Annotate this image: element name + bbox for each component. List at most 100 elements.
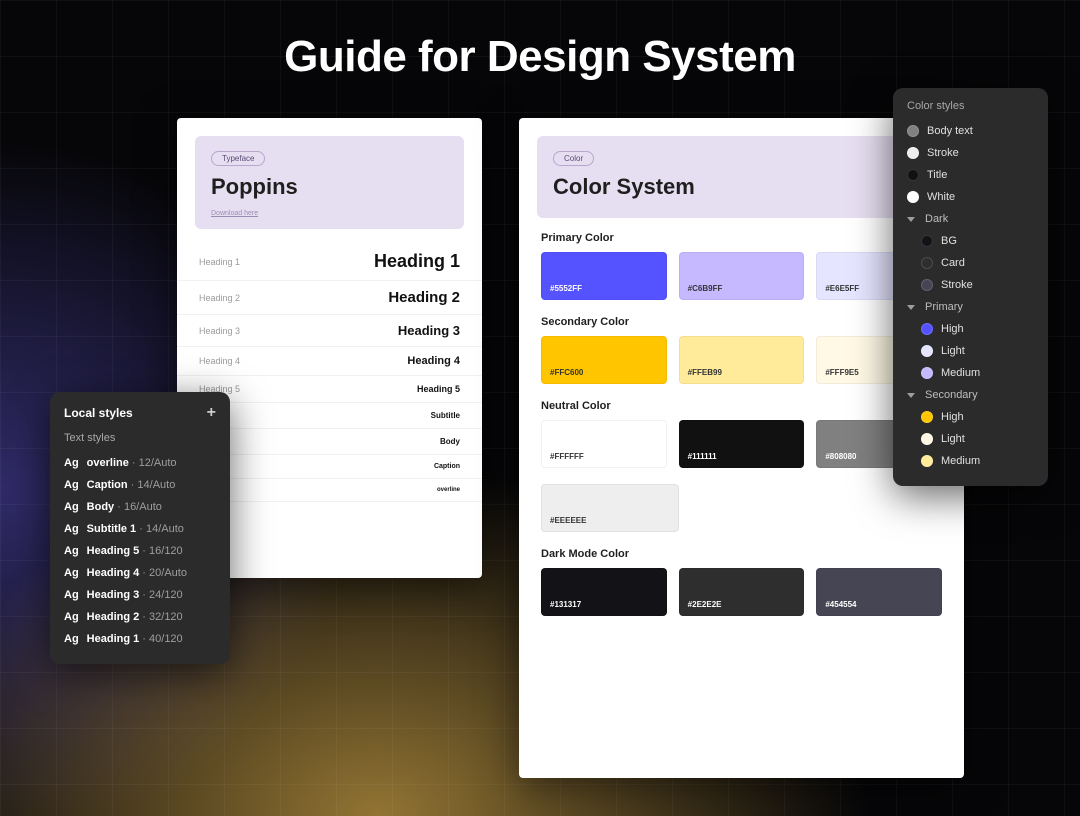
chevron-down-icon (907, 217, 915, 222)
text-style-meta: · 20/Auto (139, 567, 187, 579)
type-scale-row: Heading 4 Heading 4 (177, 347, 482, 376)
color-swatch[interactable]: #2E2E2E (679, 568, 805, 616)
type-scale-sample: Heading 4 (407, 355, 460, 367)
color-style-item[interactable]: BG (907, 230, 1034, 252)
text-style-name: Body (87, 501, 115, 513)
swatch-hex: #FFFFFF (550, 452, 584, 461)
text-style-item[interactable]: AgHeading 1 · 40/120 (64, 628, 216, 650)
swatch-hex: #EEEEEE (550, 516, 586, 525)
color-style-item[interactable]: Light (907, 428, 1034, 450)
type-scale-sample: Heading 2 (388, 289, 460, 306)
text-style-glyph: Ag (64, 589, 79, 601)
type-scale-sample: Caption (434, 463, 460, 470)
download-link[interactable]: Download here (211, 210, 448, 217)
swatch-hex: #131317 (550, 600, 581, 609)
color-dot (921, 279, 933, 291)
color-section-heading: Primary Color (541, 232, 942, 244)
color-pill: Color (553, 151, 594, 166)
text-style-meta: · 14/Auto (128, 479, 176, 491)
swatch-row: #FFFFFF#111111#808080 (541, 420, 942, 468)
color-style-group[interactable]: Primary (907, 296, 1034, 318)
color-swatch[interactable]: #FFC600 (541, 336, 667, 384)
text-style-item[interactable]: AgSubtitle 1 · 14/Auto (64, 518, 216, 540)
color-swatch[interactable]: #111111 (679, 420, 805, 468)
text-style-meta: · 16/120 (139, 545, 182, 557)
text-style-name: Heading 4 (87, 567, 140, 579)
type-scale-sample: overline (437, 487, 460, 493)
text-style-item[interactable]: AgHeading 2 · 32/120 (64, 606, 216, 628)
swatch-hex: #FFF9E5 (825, 368, 858, 377)
text-style-glyph: Ag (64, 457, 79, 469)
color-style-item[interactable]: Medium (907, 450, 1034, 472)
color-section-heading: Dark Mode Color (541, 548, 942, 560)
color-swatch[interactable]: #FFEB99 (679, 336, 805, 384)
text-styles-group-label: Text styles (64, 432, 216, 444)
color-style-item[interactable]: Light (907, 340, 1034, 362)
type-scale-sample: Heading 1 (374, 251, 460, 272)
text-style-meta: · 16/Auto (114, 501, 162, 513)
swatch-hex: #FFC600 (550, 368, 583, 377)
color-section-heading: Neutral Color (541, 400, 942, 412)
color-style-group[interactable]: Dark (907, 208, 1034, 230)
local-styles-panel: Local styles + Text styles Agoverline · … (50, 392, 230, 664)
color-panel-title: Color System (553, 174, 930, 200)
type-scale-row: Heading 1 Heading 1 (177, 243, 482, 281)
color-style-item[interactable]: Stroke (907, 142, 1034, 164)
text-style-glyph: Ag (64, 567, 79, 579)
text-style-item[interactable]: AgCaption · 14/Auto (64, 474, 216, 496)
color-group-name: Secondary (925, 389, 978, 401)
color-style-item[interactable]: Medium (907, 362, 1034, 384)
text-style-meta: · 32/120 (139, 611, 182, 623)
color-style-item[interactable]: White (907, 186, 1034, 208)
type-scale-sample: Heading 5 (417, 384, 460, 394)
text-style-meta: · 24/120 (139, 589, 182, 601)
swatch-row: #FFC600 #FFEB99 #FFF9E5 (541, 336, 942, 384)
text-style-name: Heading 1 (87, 633, 140, 645)
swatch-row: #5552FF#C6B9FF#E6E5FF (541, 252, 942, 300)
swatch-hex: #454554 (825, 600, 856, 609)
color-swatch[interactable]: #FFFFFF (541, 420, 667, 468)
type-scale-label: Heading 3 (199, 326, 240, 336)
swatch-hex: #FFEB99 (688, 368, 722, 377)
text-style-name: Heading 5 (87, 545, 140, 557)
color-style-name: Light (941, 345, 965, 357)
color-style-name: Stroke (941, 279, 973, 291)
color-style-name: Title (927, 169, 947, 181)
text-style-meta: · 40/120 (139, 633, 182, 645)
text-style-item[interactable]: Ag Heading 5 · 16/120 (64, 540, 216, 562)
type-scale-label: Heading 1 (199, 257, 240, 267)
text-style-name: Subtitle 1 (87, 523, 137, 535)
text-style-item[interactable]: Ag Heading 4 · 20/Auto (64, 562, 216, 584)
color-dot (921, 257, 933, 269)
color-style-group[interactable]: Secondary (907, 384, 1034, 406)
text-style-name: overline (87, 457, 129, 469)
color-style-item[interactable]: High (907, 318, 1034, 340)
color-swatch[interactable]: #454554 (816, 568, 942, 616)
color-swatch[interactable]: #C6B9FF (679, 252, 805, 300)
color-style-item[interactable]: Card (907, 252, 1034, 274)
text-style-item[interactable]: Ag overline · 12/Auto (64, 452, 216, 474)
color-swatch[interactable]: #5552FF (541, 252, 667, 300)
text-style-item[interactable]: AgBody · 16/Auto (64, 496, 216, 518)
type-scale-sample: Heading 3 (398, 323, 460, 338)
color-swatch[interactable]: #EEEEEE (541, 484, 679, 532)
text-style-glyph: Ag (64, 523, 79, 535)
color-style-name: Body text (927, 125, 973, 137)
color-style-item[interactable]: Body text (907, 120, 1034, 142)
text-style-glyph: Ag (64, 545, 79, 557)
color-style-item[interactable]: High (907, 406, 1034, 428)
color-group-name: Primary (925, 301, 963, 313)
color-style-item[interactable]: Stroke (907, 274, 1034, 296)
color-style-name: Light (941, 433, 965, 445)
color-style-name: Card (941, 257, 965, 269)
text-style-item[interactable]: Ag Heading 3 · 24/120 (64, 584, 216, 606)
type-scale-sample: Body (440, 437, 460, 446)
add-style-button[interactable]: + (207, 404, 216, 422)
type-scale-label: Heading 4 (199, 356, 240, 366)
text-style-meta: · 12/Auto (129, 457, 177, 469)
color-style-item[interactable]: Title (907, 164, 1034, 186)
swatch-hex: #5552FF (550, 284, 582, 293)
text-style-name: Heading 3 (87, 589, 140, 601)
color-swatch[interactable]: #131317 (541, 568, 667, 616)
color-style-name: Stroke (927, 147, 959, 159)
